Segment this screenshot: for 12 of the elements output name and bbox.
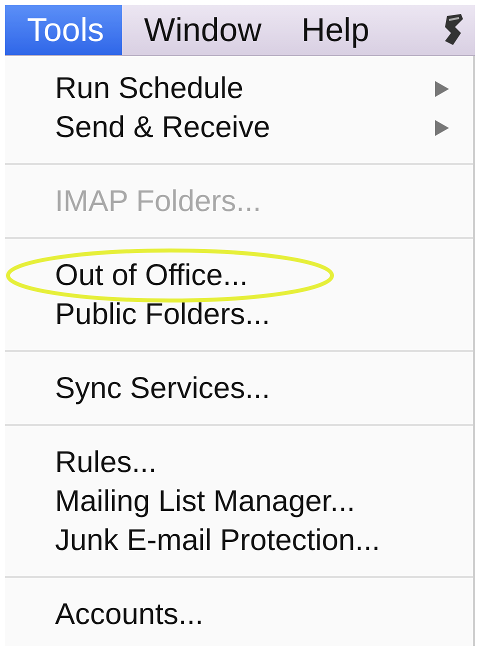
- menu-item[interactable]: Public Folders...: [5, 295, 473, 334]
- menu-item[interactable]: Sync Services...: [5, 369, 473, 408]
- menu-item[interactable]: Accounts...: [5, 595, 473, 634]
- menu-item[interactable]: Junk E-mail Protection...: [5, 521, 473, 560]
- menu-title[interactable]: Help: [279, 5, 388, 55]
- menu-item[interactable]: Send & Receive: [5, 108, 473, 147]
- menu-title[interactable]: Window: [122, 5, 280, 55]
- menu-item[interactable]: Run Schedule: [5, 69, 473, 108]
- menu-item[interactable]: Mailing List Manager...: [5, 482, 473, 521]
- menu-item[interactable]: Rules...: [5, 443, 473, 482]
- menu-title[interactable]: Tools: [5, 5, 122, 55]
- menu-item[interactable]: Out of Office...: [5, 256, 473, 295]
